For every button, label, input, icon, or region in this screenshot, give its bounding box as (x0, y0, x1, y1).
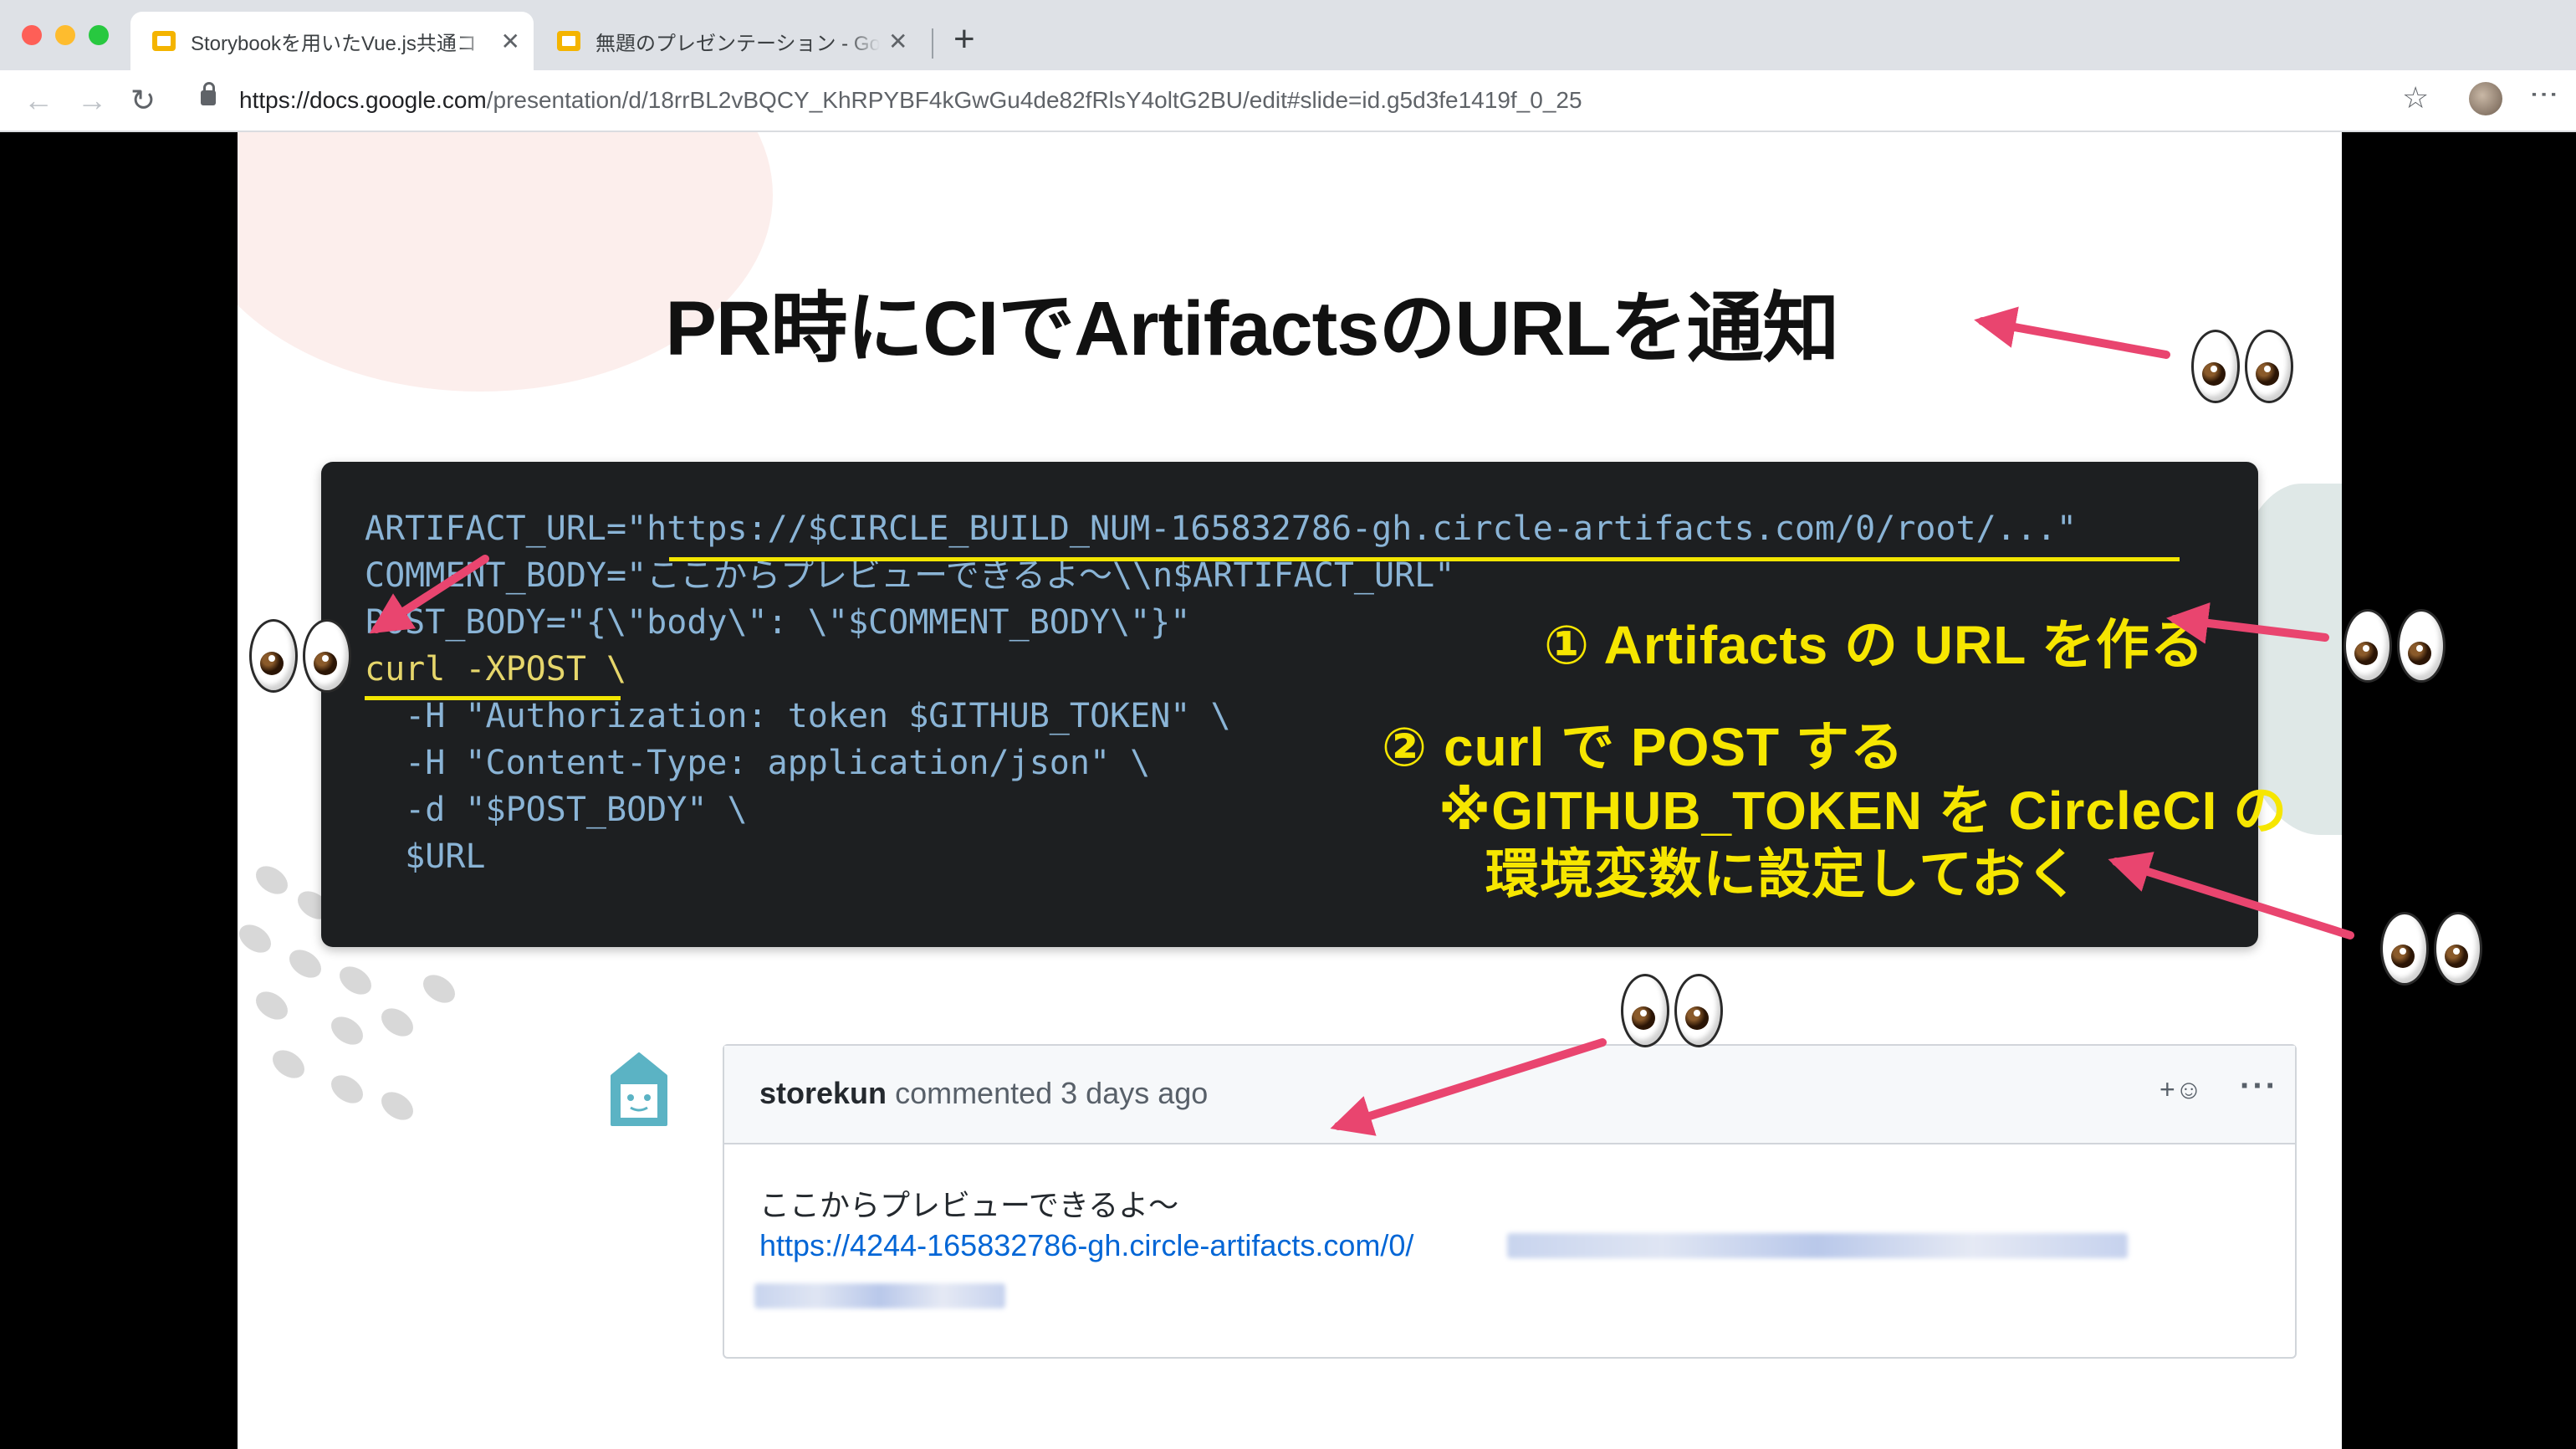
arrow-to-comment (1330, 1038, 1607, 1136)
annotation-arrows (369, 306, 2354, 1136)
arrow-to-step1 (2166, 602, 2329, 644)
eyes-emoji-icon (2380, 912, 2482, 986)
eyes-emoji-icon (249, 619, 351, 693)
eyes-emoji-icon (2343, 609, 2446, 683)
eyes-emoji-icon (2191, 330, 2293, 403)
arrow-to-code-start (369, 555, 489, 634)
arrow-to-note (2108, 852, 2354, 940)
eyes-emoji-icon (1621, 974, 1723, 1047)
arrow-to-title (1974, 306, 2170, 359)
